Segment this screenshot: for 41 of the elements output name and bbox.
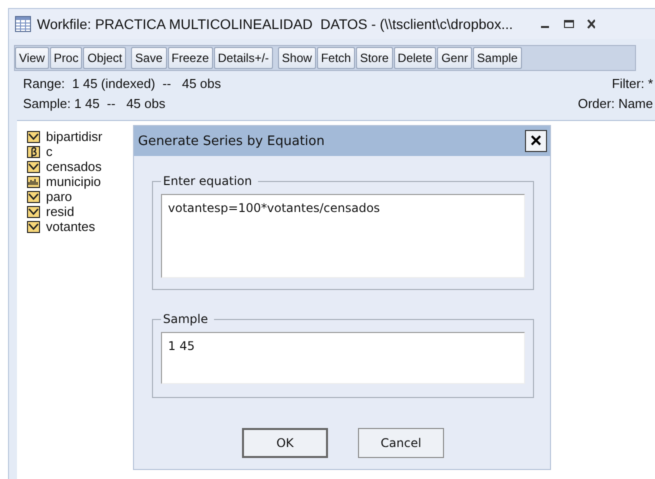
series-icon bbox=[27, 220, 40, 232]
sample-text: Sample: 1 45 -- 45 obs bbox=[23, 95, 166, 113]
object-name[interactable]: censados bbox=[46, 160, 102, 174]
dialog-button[interactable]: Cancel bbox=[358, 428, 444, 458]
series-icon bbox=[27, 190, 40, 202]
window-title: Workfile: PRACTICA MULTICOLINEALIDAD DATOS - (\\tsclient\c\dropbox... bbox=[37, 16, 513, 32]
table-icon bbox=[15, 16, 31, 32]
toolbar-button[interactable]: Proc bbox=[50, 47, 82, 69]
object-name[interactable]: votantes bbox=[46, 220, 96, 234]
object-name[interactable]: resid bbox=[46, 204, 74, 218]
dialog-title: Generate Series by Equation bbox=[138, 134, 325, 148]
equation-field[interactable]: votantesp=100*votantes/censados bbox=[161, 194, 525, 278]
toolbar-button[interactable]: Save bbox=[131, 47, 167, 69]
range-text: Range: 1 45 (indexed) -- 45 obs bbox=[23, 75, 222, 93]
close-button[interactable]: × bbox=[525, 130, 547, 152]
group-label: Enter equation bbox=[162, 174, 253, 188]
toolbar-button[interactable]: Store bbox=[356, 47, 393, 69]
filter-text: Filter: * bbox=[612, 75, 653, 93]
toolbar-button[interactable]: Show bbox=[278, 47, 316, 69]
group-label: Sample bbox=[162, 312, 209, 326]
toolbar-button[interactable]: Genr bbox=[437, 47, 472, 69]
sample-field[interactable]: 1 45 bbox=[161, 332, 525, 384]
toolbar-button[interactable]: Delete bbox=[394, 47, 436, 69]
order-text: Order: Name bbox=[578, 95, 653, 113]
toolbar-button[interactable]: Details+/- bbox=[214, 47, 273, 69]
maximize-icon[interactable] bbox=[562, 18, 575, 30]
series-icon bbox=[27, 206, 40, 218]
object-name[interactable]: bipartidisr bbox=[46, 130, 102, 144]
dialog-button[interactable]: OK bbox=[242, 428, 328, 458]
toolbar-button[interactable]: Sample bbox=[473, 47, 522, 69]
object-name[interactable]: municipio bbox=[46, 174, 101, 188]
toolbar-button[interactable]: Freeze bbox=[168, 47, 213, 69]
close-icon[interactable] bbox=[586, 18, 595, 30]
toolbar-button[interactable]: View bbox=[15, 47, 49, 69]
toolbar-button[interactable]: Object bbox=[83, 47, 126, 69]
toolbar-button[interactable]: Fetch bbox=[316, 47, 355, 69]
series-icon bbox=[27, 160, 40, 172]
series-icon bbox=[27, 130, 40, 142]
object-name[interactable]: c bbox=[46, 144, 52, 158]
object-name[interactable]: paro bbox=[46, 190, 72, 204]
beta-icon bbox=[27, 146, 40, 158]
